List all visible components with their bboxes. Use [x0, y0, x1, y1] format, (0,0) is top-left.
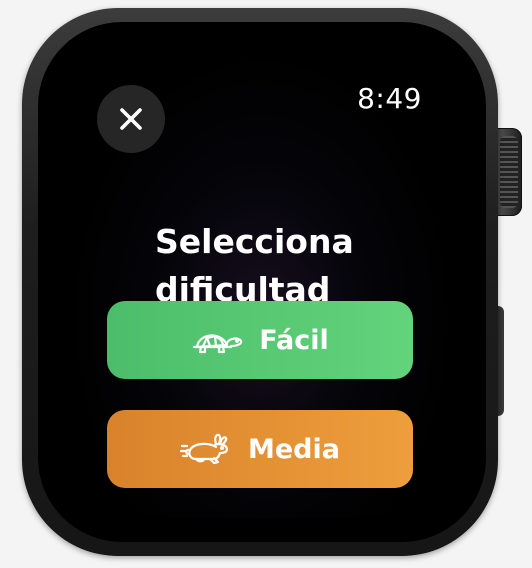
rabbit-icon	[180, 433, 229, 465]
status-time: 8:49	[357, 82, 422, 115]
medium-difficulty-label: Media	[248, 433, 340, 465]
close-button[interactable]	[97, 85, 165, 153]
watch-device: 8:49 Selecciona dificultad Fácil Media	[0, 0, 532, 568]
page-title: Selecciona dificultad	[155, 218, 415, 314]
medium-difficulty-button[interactable]: Media	[107, 410, 413, 488]
page-title-line-1: Selecciona	[155, 222, 354, 261]
close-icon	[120, 108, 142, 130]
watch-screen: 8:49 Selecciona dificultad Fácil Media	[62, 42, 462, 518]
easy-difficulty-label: Fácil	[259, 324, 329, 356]
turtle-icon	[193, 334, 243, 354]
easy-difficulty-button[interactable]: Fácil	[107, 301, 413, 379]
